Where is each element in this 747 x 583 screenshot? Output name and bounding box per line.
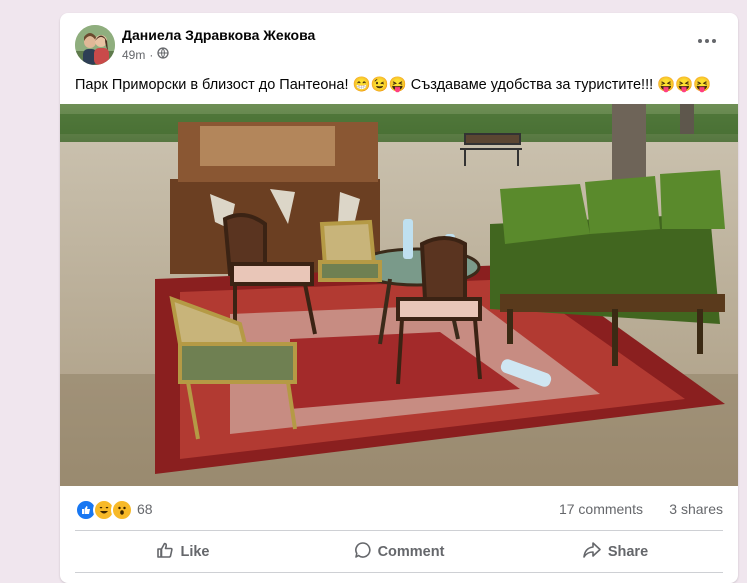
author-name[interactable]: Даниела Здравкова Жекова (122, 27, 315, 43)
reaction-count[interactable]: 68 (137, 501, 153, 517)
share-label: Share (607, 544, 649, 560)
post-text: Парк Приморски в близост до Пантеона! 😁😉… (75, 77, 712, 93)
post-photo[interactable] (60, 104, 738, 486)
post-actions: Like Comment Share (75, 535, 723, 569)
post-header: Даниела Здравкова Жекова 49m · (60, 13, 738, 73)
thumbs-up-icon (156, 541, 174, 563)
comment-button[interactable]: Comment (291, 535, 507, 569)
divider (75, 572, 723, 573)
share-button[interactable]: Share (507, 535, 723, 569)
comment-icon (354, 541, 372, 563)
divider (75, 530, 723, 531)
post-card: Даниела Здравкова Жекова 49m · Парк Прим… (60, 13, 738, 583)
shares-count[interactable]: 3 shares (669, 501, 723, 517)
globe-icon (157, 47, 169, 62)
comments-count[interactable]: 17 comments (559, 501, 643, 517)
wow-icon (111, 499, 133, 521)
share-icon (582, 541, 602, 563)
reaction-icons[interactable] (75, 499, 133, 521)
post-time[interactable]: 49m (122, 48, 145, 62)
comment-label: Comment (377, 544, 445, 560)
reactions-bar: 68 17 comments 3 shares (75, 499, 723, 521)
more-options-icon[interactable] (694, 33, 720, 49)
like-label: Like (180, 544, 210, 560)
post-meta: 49m · (122, 47, 169, 62)
like-button[interactable]: Like (75, 535, 291, 569)
author-avatar[interactable] (75, 25, 115, 65)
meta-separator: · (149, 47, 154, 62)
